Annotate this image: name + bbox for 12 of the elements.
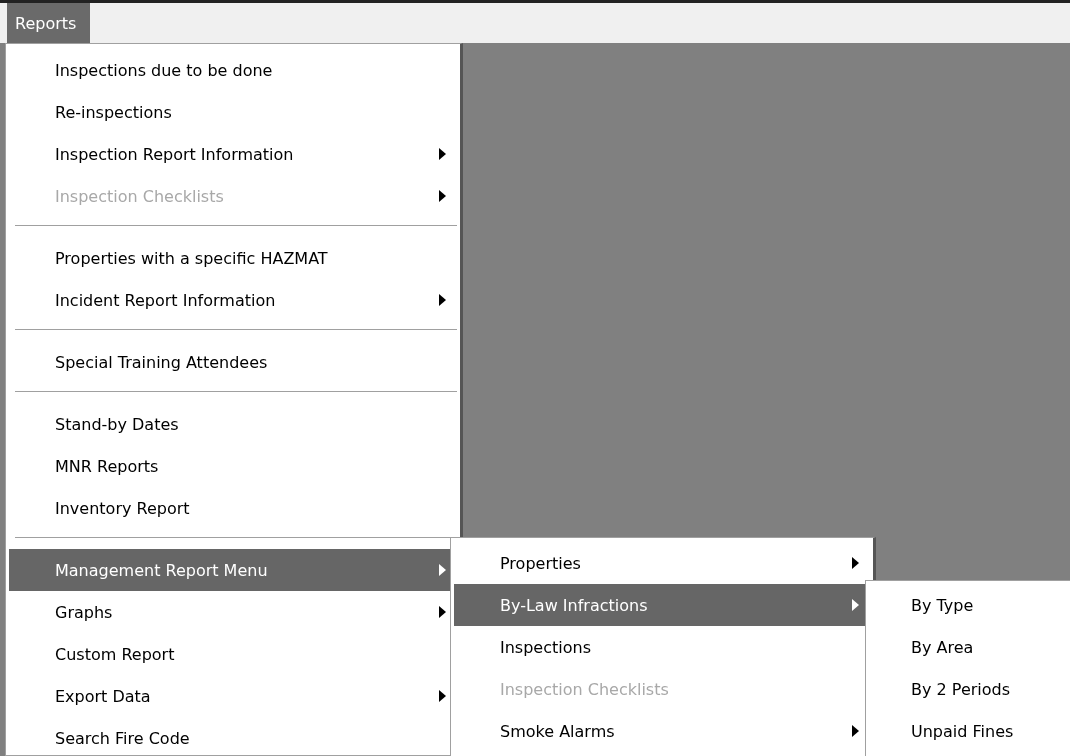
menu-item[interactable]: Inventory Report (9, 487, 460, 529)
menu-item[interactable]: Re-inspections (9, 91, 460, 133)
menu-item[interactable]: Inspection Report Information (9, 133, 460, 175)
menu-item[interactable]: Special Training Attendees (9, 341, 460, 383)
menu-item[interactable]: By 2 Periods (869, 668, 1070, 710)
menu-item[interactable]: Stand-by Dates (9, 403, 460, 445)
menu-item[interactable]: Inspections due to be done (9, 49, 460, 91)
menu-bar-item[interactable]: Reports (7, 3, 91, 43)
menu-item[interactable]: Incident Report Information (9, 279, 460, 321)
menu-item[interactable]: By Area (869, 626, 1070, 668)
menu-item[interactable]: MNR Reports (9, 445, 460, 487)
menu-item[interactable]: Properties with a specific HAZMAT (9, 237, 460, 279)
